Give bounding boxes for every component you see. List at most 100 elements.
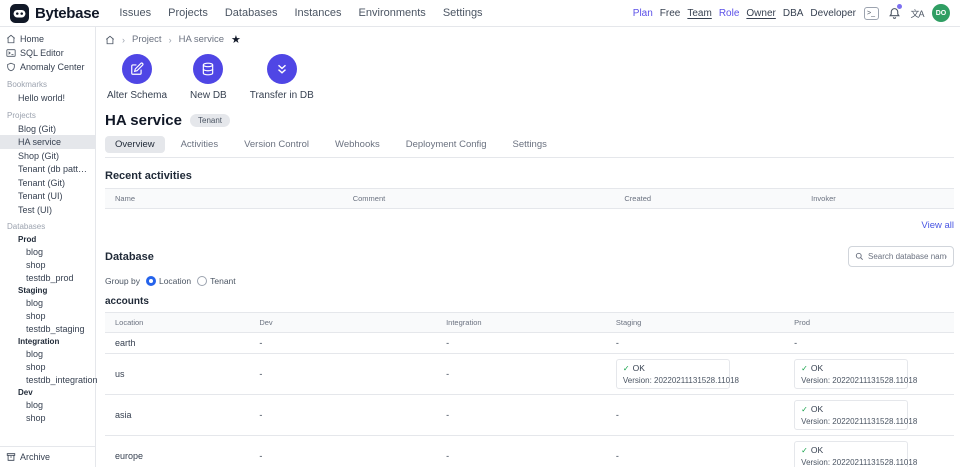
- avatar[interactable]: DO: [932, 4, 950, 22]
- bookmarks-section-title: Bookmarks: [0, 74, 95, 91]
- databases-section-title: Databases: [0, 216, 95, 233]
- database-heading: Database: [105, 251, 154, 263]
- sidebar-project-ha-service[interactable]: HA service: [0, 135, 95, 149]
- bookmark-hello-world[interactable]: Hello world!: [0, 91, 95, 105]
- cell-location: earth: [105, 333, 249, 353]
- sidebar-item-sql-editor[interactable]: SQL Editor: [0, 46, 95, 60]
- db-status-card[interactable]: ✓OK Version: 20220211131528.11018: [616, 359, 730, 389]
- db-status-card[interactable]: ✓OK Version: 20220211131528.11018: [794, 359, 908, 389]
- sidebar-db-dev-blog[interactable]: blog: [0, 398, 95, 411]
- shield-icon: [6, 62, 16, 72]
- bookmark-star-icon[interactable]: ★: [231, 35, 241, 45]
- page-title: HA service: [105, 112, 182, 129]
- action-label: New DB: [190, 90, 227, 101]
- nav-instances[interactable]: Instances: [294, 7, 341, 19]
- tab-overview[interactable]: Overview: [105, 136, 165, 153]
- breadcrumb-separator: ›: [122, 35, 125, 45]
- search-input[interactable]: [868, 252, 947, 261]
- sidebar-item-label: Home: [20, 34, 44, 44]
- tab-webhooks[interactable]: Webhooks: [325, 136, 390, 153]
- sidebar-project-tenant-db-pattern[interactable]: Tenant (db pattern): [0, 162, 95, 176]
- home-icon: [6, 34, 16, 44]
- sidebar-db-prod-blog[interactable]: blog: [0, 245, 95, 258]
- group-by-tenant-radio[interactable]: Tenant: [197, 276, 236, 286]
- projects-section-title: Projects: [0, 105, 95, 122]
- sidebar-db-staging-testdb[interactable]: testdb_staging: [0, 322, 95, 335]
- database-search[interactable]: [848, 246, 954, 267]
- breadcrumb-ha-service[interactable]: HA service: [179, 34, 224, 45]
- team-link[interactable]: Team: [687, 8, 711, 19]
- top-bar: Bytebase Issues Projects Databases Insta…: [0, 0, 960, 27]
- table-row-earth: earth - - - -: [105, 333, 954, 354]
- column-header-invoker: Invoker: [801, 189, 954, 208]
- cell-integration: -: [436, 446, 606, 466]
- sidebar-db-staging-blog[interactable]: blog: [0, 296, 95, 309]
- check-icon: ✓: [801, 446, 808, 455]
- language-button[interactable]: 文A: [909, 5, 925, 21]
- breadcrumb-project[interactable]: Project: [132, 34, 162, 45]
- sidebar-db-integration-shop[interactable]: shop: [0, 360, 95, 373]
- nav-databases[interactable]: Databases: [225, 7, 278, 19]
- transfer-in-db-button[interactable]: Transfer in DB: [250, 54, 314, 101]
- accounts-subheading: accounts: [105, 296, 954, 307]
- sidebar-item-anomaly-center[interactable]: Anomaly Center: [0, 60, 95, 74]
- sidebar-project-blog-git[interactable]: Blog (Git): [0, 122, 95, 136]
- recent-activities-heading: Recent activities: [105, 170, 954, 182]
- sidebar-db-prod-testdb[interactable]: testdb_prod: [0, 271, 95, 284]
- tab-bar: Overview Activities Version Control Webh…: [105, 136, 954, 158]
- tab-version-control[interactable]: Version Control: [234, 136, 319, 153]
- sidebar-db-integration-blog[interactable]: blog: [0, 347, 95, 360]
- db-status-card[interactable]: ✓OK Version: 20220211131528.11018: [794, 400, 908, 430]
- notification-dot: [897, 4, 902, 9]
- status-badge: OK: [633, 363, 645, 373]
- env-prod: Prod: [0, 233, 95, 245]
- cell-dev: -: [249, 364, 436, 384]
- sidebar-db-staging-shop[interactable]: shop: [0, 309, 95, 322]
- db-status-card[interactable]: ✓OK Version: 20220211131528.11018: [794, 441, 908, 467]
- sql-console-button[interactable]: >_: [863, 5, 879, 21]
- accounts-table-header: Location Dev Integration Staging Prod: [105, 312, 954, 333]
- alter-schema-button[interactable]: Alter Schema: [107, 54, 167, 101]
- sidebar-project-shop-git[interactable]: Shop (Git): [0, 149, 95, 163]
- tab-activities[interactable]: Activities: [171, 136, 228, 153]
- nav-issues[interactable]: Issues: [119, 7, 151, 19]
- action-label: Alter Schema: [107, 90, 167, 101]
- sidebar-item-label: Archive: [20, 452, 50, 462]
- nav-settings[interactable]: Settings: [443, 7, 483, 19]
- sidebar-db-dev-shop[interactable]: shop: [0, 411, 95, 424]
- sidebar-item-archive[interactable]: Archive: [0, 446, 95, 467]
- column-header-name: Name: [105, 189, 343, 208]
- plan-value: Free: [660, 8, 681, 19]
- sidebar-item-label: Anomaly Center: [20, 62, 85, 72]
- database-icon: [201, 62, 215, 76]
- nav-environments[interactable]: Environments: [359, 7, 426, 19]
- tab-deployment-config[interactable]: Deployment Config: [396, 136, 497, 153]
- tab-settings[interactable]: Settings: [503, 136, 557, 153]
- tenant-badge: Tenant: [190, 114, 230, 127]
- sidebar-project-tenant-ui[interactable]: Tenant (UI): [0, 189, 95, 203]
- new-db-button[interactable]: New DB: [190, 54, 227, 101]
- cell-integration: -: [436, 333, 606, 353]
- search-icon: [855, 252, 864, 261]
- notifications-button[interactable]: [886, 5, 902, 21]
- radio-label: Tenant: [210, 276, 236, 286]
- nav-projects[interactable]: Projects: [168, 7, 208, 19]
- home-icon[interactable]: [105, 35, 115, 45]
- bytebase-logo[interactable]: Bytebase: [10, 4, 99, 23]
- brand-name: Bytebase: [35, 5, 99, 22]
- db-version: Version: 20220211131528.11018: [801, 417, 901, 426]
- sidebar-project-tenant-git[interactable]: Tenant (Git): [0, 176, 95, 190]
- cell-location: us: [105, 364, 249, 384]
- sidebar-db-integration-testdb[interactable]: testdb_integration: [0, 373, 95, 386]
- sidebar-item-home[interactable]: Home: [0, 32, 95, 46]
- cell-dev: -: [249, 446, 436, 466]
- dba-label: DBA: [783, 8, 804, 19]
- sidebar-db-prod-shop[interactable]: shop: [0, 258, 95, 271]
- view-all-link[interactable]: View all: [921, 220, 954, 231]
- sidebar-project-test-ui[interactable]: Test (UI): [0, 203, 95, 217]
- cell-staging: -: [606, 405, 784, 425]
- owner-link[interactable]: Owner: [746, 8, 775, 19]
- check-icon: ✓: [801, 405, 808, 414]
- group-by-location-radio[interactable]: Location: [146, 276, 191, 286]
- cell-staging: ✓OK Version: 20220211131528.11018: [606, 354, 784, 394]
